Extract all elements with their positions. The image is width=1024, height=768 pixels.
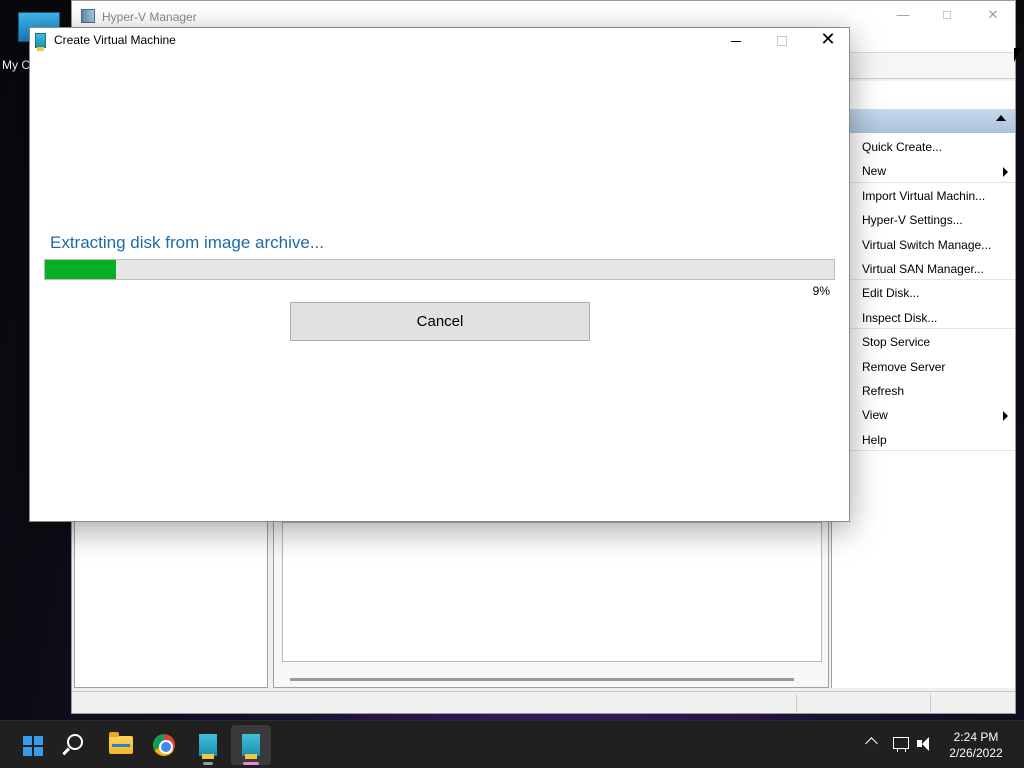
action-label: Virtual Switch Manage... bbox=[862, 237, 992, 252]
desktop-icon-label: My C bbox=[2, 58, 30, 72]
action-label: View bbox=[862, 408, 888, 423]
action-label: Refresh bbox=[862, 383, 905, 398]
chrome-icon bbox=[153, 734, 175, 756]
action-item[interactable]: Quick Create... bbox=[832, 134, 1015, 158]
hyperv-manager-taskbar-button[interactable] bbox=[188, 725, 228, 765]
action-item[interactable]: Virtual Switch Manage... bbox=[832, 232, 1015, 256]
action-label: Virtual SAN Manager... bbox=[862, 261, 984, 276]
dialog-minimize-button[interactable] bbox=[713, 28, 759, 54]
action-item[interactable]: Remove Server bbox=[832, 354, 1015, 378]
folder-icon bbox=[109, 732, 133, 754]
action-item[interactable]: Inspect Disk... bbox=[832, 305, 1015, 330]
actions-pane: tions M6 Quick Create... New Import Virtua… bbox=[831, 81, 1015, 688]
action-item[interactable]: New bbox=[832, 158, 1015, 183]
close-icon[interactable]: ✕ bbox=[978, 7, 1008, 25]
status-bar bbox=[72, 691, 1015, 713]
action-label: Stop Service bbox=[862, 335, 931, 350]
action-item[interactable]: Stop Service bbox=[832, 329, 1015, 353]
progress-fill bbox=[45, 260, 116, 279]
minimize-icon bbox=[731, 40, 741, 42]
quick-create-taskbar-button[interactable] bbox=[231, 725, 271, 765]
chrome-button[interactable] bbox=[144, 725, 184, 765]
search-icon bbox=[67, 734, 83, 750]
mouse-cursor bbox=[1014, 48, 1021, 62]
dialog-close-button[interactable]: ✕ bbox=[805, 28, 851, 54]
action-label: Import Virtual Machin... bbox=[862, 188, 986, 203]
hyperv-app-icon bbox=[81, 9, 95, 23]
action-label: Remove Server bbox=[862, 359, 946, 374]
submenu-arrow-icon bbox=[1003, 411, 1008, 422]
action-label: Help bbox=[862, 432, 887, 447]
hyperv-window-title: Hyper-V Manager bbox=[102, 10, 197, 24]
taskbar: 2:24 PM 2/26/2022 bbox=[0, 720, 1024, 768]
status-separator bbox=[930, 694, 931, 712]
network-icon[interactable] bbox=[893, 737, 909, 752]
action-item[interactable]: Virtual SAN Manager... bbox=[832, 256, 1015, 281]
action-label: Hyper-V Settings... bbox=[862, 213, 963, 228]
close-icon: ✕ bbox=[820, 29, 836, 49]
dialog-title: Create Virtual Machine bbox=[54, 33, 176, 47]
horizontal-scrollbar[interactable] bbox=[290, 678, 794, 681]
clock-time: 2:24 PM bbox=[953, 730, 999, 744]
action-label: New bbox=[862, 164, 887, 179]
action-item[interactable]: Refresh bbox=[832, 378, 1015, 402]
action-item[interactable]: Hyper-V Settings... bbox=[832, 207, 1015, 231]
action-item[interactable]: Edit Disk... bbox=[832, 280, 1015, 304]
windows-logo-icon bbox=[23, 736, 43, 756]
volume-icon[interactable] bbox=[917, 736, 935, 752]
actions-list: Quick Create... New Import Virtual Machin.… bbox=[832, 134, 1015, 452]
extraction-progress-bar bbox=[44, 259, 835, 280]
status-separator bbox=[796, 694, 797, 712]
hyperv-icon bbox=[199, 734, 217, 759]
collapse-arrow-icon[interactable] bbox=[996, 115, 1006, 121]
progress-percent: 9% bbox=[812, 284, 830, 298]
search-button[interactable] bbox=[56, 725, 96, 765]
create-vm-dialog: Create Virtual Machine ✕ Extracting disk… bbox=[29, 27, 850, 522]
running-indicator bbox=[203, 762, 213, 765]
action-label: Inspect Disk... bbox=[862, 310, 938, 325]
actions-group-server[interactable]: M6 bbox=[832, 109, 1015, 133]
action-item[interactable]: Help bbox=[832, 427, 1015, 452]
dialog-maximize-button bbox=[759, 28, 805, 54]
action-label: Edit Disk... bbox=[862, 286, 920, 301]
progress-status-text: Extracting disk from image archive... bbox=[50, 233, 324, 252]
start-button[interactable] bbox=[12, 725, 52, 765]
submenu-arrow-icon bbox=[1003, 167, 1008, 178]
clock-date: 2/26/2022 bbox=[949, 746, 1003, 760]
action-item[interactable]: View bbox=[832, 402, 1015, 426]
cancel-button[interactable]: Cancel bbox=[290, 302, 590, 341]
action-label: Quick Create... bbox=[862, 140, 943, 154]
minimize-icon[interactable]: — bbox=[888, 7, 918, 25]
details-pane bbox=[282, 522, 822, 662]
show-hidden-icons-chevron-icon[interactable] bbox=[865, 737, 878, 750]
active-indicator bbox=[243, 762, 259, 765]
file-explorer-button[interactable] bbox=[100, 725, 140, 765]
quick-create-icon bbox=[242, 734, 260, 759]
maximize-icon bbox=[777, 36, 787, 47]
maximize-icon[interactable]: □ bbox=[932, 7, 962, 25]
dialog-titlebar: Create Virtual Machine ✕ bbox=[30, 28, 849, 54]
action-item[interactable]: Import Virtual Machin... bbox=[832, 183, 1015, 207]
actions-header: tions bbox=[832, 87, 1015, 107]
quick-create-app-icon bbox=[35, 33, 46, 51]
system-clock[interactable]: 2:24 PM 2/26/2022 bbox=[940, 729, 1012, 761]
